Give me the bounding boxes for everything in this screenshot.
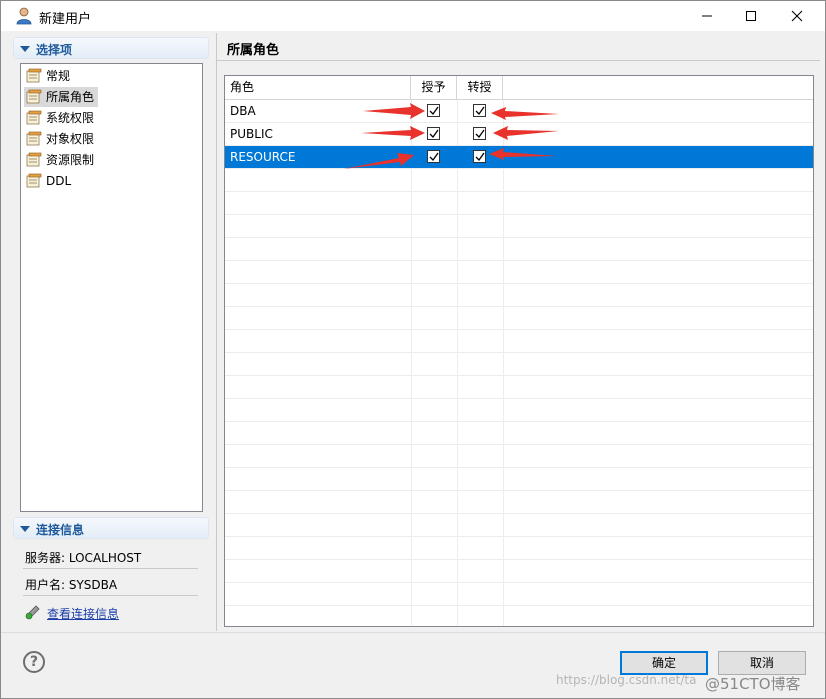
username-info: 用户名: SYSDBA bbox=[25, 578, 118, 592]
property-page-icon bbox=[26, 131, 42, 146]
empty-row bbox=[225, 376, 813, 399]
nav-item-roles[interactable]: 所属角色 bbox=[24, 87, 99, 107]
role-name: DBA bbox=[230, 104, 256, 118]
server-info: 服务器: LOCALHOST bbox=[25, 551, 142, 565]
divider bbox=[23, 568, 198, 569]
empty-row bbox=[225, 445, 813, 468]
cancel-button[interactable]: 取消 bbox=[718, 651, 806, 675]
check-icon bbox=[475, 152, 485, 162]
help-icon[interactable]: ? bbox=[23, 651, 45, 673]
ok-button[interactable]: 确定 bbox=[620, 651, 708, 675]
admin-checkbox[interactable] bbox=[473, 127, 486, 140]
empty-row bbox=[225, 491, 813, 514]
connection-section-header[interactable]: 连接信息 bbox=[13, 517, 209, 539]
nav-item-general[interactable]: 常规 bbox=[24, 66, 70, 86]
role-name: PUBLIC bbox=[230, 127, 273, 141]
empty-row bbox=[225, 192, 813, 215]
admin-checkbox[interactable] bbox=[473, 150, 486, 163]
nav-item-label: 对象权限 bbox=[46, 132, 95, 146]
table-row[interactable]: PUBLIC bbox=[225, 123, 813, 146]
collapse-triangle-icon bbox=[20, 46, 30, 52]
watermark-text: https://blog.csdn.net/ta bbox=[556, 673, 697, 687]
options-section-header[interactable]: 选择项 bbox=[13, 37, 209, 59]
window-title: 新建用户 bbox=[39, 12, 92, 27]
check-icon bbox=[475, 106, 485, 116]
empty-row bbox=[225, 399, 813, 422]
property-page-icon bbox=[26, 152, 42, 167]
check-icon bbox=[429, 129, 439, 139]
check-icon bbox=[475, 129, 485, 139]
empty-row bbox=[225, 606, 813, 626]
empty-row bbox=[225, 468, 813, 491]
empty-row bbox=[225, 261, 813, 284]
property-page-icon bbox=[26, 89, 42, 104]
dialog-window: 新建用户 选择项 常规 所属角色 系统权限 对象权限 资源限制 DDL 连接信息… bbox=[0, 0, 826, 699]
minimize-button[interactable] bbox=[684, 1, 730, 31]
nav-item-label: 常规 bbox=[46, 69, 71, 83]
empty-row bbox=[225, 353, 813, 376]
column-header-admin[interactable]: 转授 bbox=[457, 76, 503, 99]
table-header: 角色 授予 转授 bbox=[225, 76, 813, 100]
column-header-grant[interactable]: 授予 bbox=[411, 76, 457, 99]
close-icon bbox=[791, 10, 803, 22]
nav-item-ddl[interactable]: DDL bbox=[24, 171, 71, 191]
column-header-role[interactable]: 角色 bbox=[225, 76, 411, 99]
watermark-brand: @51CTO博客 bbox=[705, 675, 801, 693]
empty-row bbox=[225, 537, 813, 560]
connection-info-icon bbox=[25, 605, 40, 620]
property-page-icon bbox=[26, 110, 42, 125]
maximize-icon bbox=[746, 11, 756, 21]
nav-item-label: DDL bbox=[46, 174, 72, 188]
divider bbox=[1, 632, 825, 633]
property-page-icon bbox=[26, 173, 42, 188]
title-bar[interactable]: 新建用户 bbox=[1, 1, 825, 31]
empty-row bbox=[225, 422, 813, 445]
options-header-label: 选择项 bbox=[36, 43, 73, 57]
nav-item-label: 资源限制 bbox=[46, 153, 95, 167]
grant-checkbox[interactable] bbox=[427, 150, 440, 163]
role-name: RESOURCE bbox=[230, 150, 296, 164]
empty-row bbox=[225, 583, 813, 606]
nav-item-resource-limits[interactable]: 资源限制 bbox=[24, 150, 94, 170]
roles-table: 角色 授予 转授 DBA PUBLIC RESOURCE bbox=[224, 75, 814, 627]
empty-row bbox=[225, 330, 813, 353]
table-row[interactable]: DBA bbox=[225, 100, 813, 123]
options-nav-list: 常规 所属角色 系统权限 对象权限 资源限制 DDL bbox=[20, 63, 203, 512]
close-button[interactable] bbox=[774, 1, 820, 31]
view-connection-info-link[interactable]: 查看连接信息 bbox=[47, 605, 119, 622]
empty-row bbox=[225, 284, 813, 307]
table-row[interactable]: RESOURCE bbox=[225, 146, 813, 169]
empty-row bbox=[225, 307, 813, 330]
nav-item-object-privileges[interactable]: 对象权限 bbox=[24, 129, 94, 149]
empty-row bbox=[225, 560, 813, 583]
right-panel: 所属角色 角色 授予 转授 DBA PUBLIC RESOURCE bbox=[217, 33, 820, 631]
property-page-icon bbox=[26, 68, 42, 83]
grant-checkbox[interactable] bbox=[427, 127, 440, 140]
empty-row bbox=[225, 238, 813, 261]
nav-item-label: 系统权限 bbox=[46, 111, 95, 125]
minimize-icon bbox=[702, 15, 712, 17]
collapse-triangle-icon bbox=[20, 526, 30, 532]
maximize-button[interactable] bbox=[728, 1, 774, 31]
divider bbox=[23, 595, 198, 596]
empty-row bbox=[225, 215, 813, 238]
page-title: 所属角色 bbox=[227, 43, 280, 58]
left-panel: 选择项 常规 所属角色 系统权限 对象权限 资源限制 DDL 连接信息 服务器:… bbox=[9, 33, 215, 631]
grant-checkbox[interactable] bbox=[427, 104, 440, 117]
divider bbox=[217, 60, 820, 61]
user-icon bbox=[16, 7, 32, 25]
connection-header-label: 连接信息 bbox=[36, 523, 85, 537]
check-icon bbox=[429, 106, 439, 116]
check-icon bbox=[429, 152, 439, 162]
nav-item-system-privileges[interactable]: 系统权限 bbox=[24, 108, 94, 128]
admin-checkbox[interactable] bbox=[473, 104, 486, 117]
empty-row bbox=[225, 514, 813, 537]
empty-row bbox=[225, 169, 813, 192]
nav-item-label: 所属角色 bbox=[46, 90, 95, 104]
